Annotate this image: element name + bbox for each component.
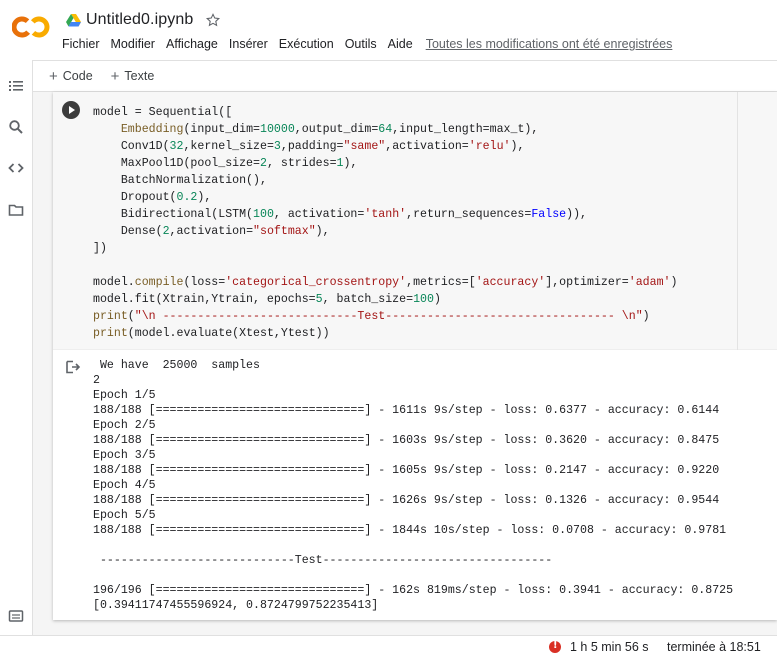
output-line: Epoch 4/5 bbox=[93, 479, 156, 492]
plus-icon: + bbox=[110, 67, 120, 85]
output-clear-icon[interactable] bbox=[65, 360, 81, 374]
menu-insert[interactable]: Insérer bbox=[229, 37, 268, 51]
output-line: We have 25000 samples bbox=[93, 359, 260, 372]
add-text-button[interactable]: + Texte bbox=[111, 68, 155, 85]
menu-runtime[interactable]: Exécution bbox=[279, 37, 334, 51]
output-line: Epoch 5/5 bbox=[93, 509, 156, 522]
status-bar: 1 h 5 min 56 s terminée à 18:51 bbox=[0, 635, 777, 659]
header: Untitled0.ipynb Fichier Modifier Afficha… bbox=[0, 0, 777, 60]
add-code-label: Code bbox=[62, 69, 93, 83]
add-code-button[interactable]: + Code bbox=[49, 68, 93, 85]
output-line: ----------------------------Test--------… bbox=[93, 554, 553, 567]
output-line: 188/188 [==============================]… bbox=[93, 404, 720, 417]
code-line: model.compile(loss='categorical_crossent… bbox=[93, 276, 678, 289]
code-line: print(model.evaluate(Xtest,Ytest)) bbox=[93, 327, 330, 340]
output-line: 196/196 [==============================]… bbox=[93, 584, 734, 597]
code-line: model.fit(Xtrain,Ytrain, epochs=5, batch… bbox=[93, 293, 441, 306]
folder-icon[interactable] bbox=[8, 202, 24, 218]
output-line: 188/188 [==============================]… bbox=[93, 524, 727, 537]
notebook-title[interactable]: Untitled0.ipynb bbox=[86, 11, 193, 29]
output-line: [0.39411747455596924, 0.8724799752235413… bbox=[93, 599, 379, 612]
finished-time[interactable]: terminée à 18:51 bbox=[667, 640, 761, 654]
code-line: ]) bbox=[93, 242, 107, 255]
code-line: Embedding(input_dim=10000,output_dim=64,… bbox=[120, 123, 539, 136]
saved-status-link[interactable]: Toutes les modifications ont été enregis… bbox=[426, 37, 673, 51]
code-line: Dense(2,activation="softmax"), bbox=[93, 225, 330, 238]
title-row: Untitled0.ipynb bbox=[66, 9, 221, 31]
code-line: Bidirectional(LSTM(100, activation='tanh… bbox=[93, 208, 588, 221]
menu-view[interactable]: Affichage bbox=[166, 37, 218, 51]
toolbar: + Code + Texte bbox=[33, 60, 777, 92]
code-line: Conv1D(32,kernel_size=3,padding="same",a… bbox=[93, 140, 525, 153]
code-snippets-icon[interactable] bbox=[8, 160, 24, 176]
menu-file[interactable]: Fichier bbox=[62, 37, 100, 51]
code-line: model = Sequential([ bbox=[93, 106, 233, 119]
editor-ruler bbox=[737, 92, 738, 350]
output-line: 2 bbox=[93, 374, 100, 387]
google-drive-icon bbox=[66, 13, 81, 26]
star-icon[interactable] bbox=[205, 12, 221, 28]
menu-tools[interactable]: Outils bbox=[345, 37, 377, 51]
left-sidebar bbox=[0, 60, 33, 635]
code-line: print("\n ----------------------------Te… bbox=[93, 310, 650, 323]
output-line: Epoch 2/5 bbox=[93, 419, 156, 432]
cell-output: We have 25000 samples 2 Epoch 1/5 188/18… bbox=[93, 358, 733, 613]
menu-edit[interactable]: Modifier bbox=[111, 37, 155, 51]
terminal-icon[interactable] bbox=[8, 608, 24, 624]
code-line: Dropout(0.2), bbox=[93, 191, 212, 204]
plus-icon: + bbox=[49, 67, 58, 85]
code-text[interactable]: model = Sequential([ Embedding(input_dim… bbox=[93, 104, 677, 342]
error-icon[interactable] bbox=[549, 640, 561, 653]
add-text-label: Texte bbox=[124, 69, 155, 83]
menu-help[interactable]: Aide bbox=[388, 37, 413, 51]
code-editor[interactable]: model = Sequential([ Embedding(input_dim… bbox=[53, 92, 777, 350]
output-line: Epoch 1/5 bbox=[93, 389, 156, 402]
notebook-area: model = Sequential([ Embedding(input_dim… bbox=[33, 92, 777, 635]
colab-logo[interactable] bbox=[12, 13, 50, 41]
execution-time[interactable]: 1 h 5 min 56 s bbox=[570, 640, 649, 654]
output-line: Epoch 3/5 bbox=[93, 449, 156, 462]
code-line: MaxPool1D(pool_size=2, strides=1), bbox=[93, 157, 358, 170]
search-icon[interactable] bbox=[8, 119, 24, 135]
menu-bar: Fichier Modifier Affichage Insérer Exécu… bbox=[62, 37, 683, 51]
code-line: BatchNormalization(), bbox=[93, 174, 267, 187]
output-line: 188/188 [==============================]… bbox=[93, 494, 720, 507]
run-cell-button[interactable] bbox=[62, 101, 80, 119]
code-cell[interactable]: model = Sequential([ Embedding(input_dim… bbox=[53, 92, 777, 620]
output-line: 188/188 [==============================]… bbox=[93, 464, 720, 477]
list-icon[interactable] bbox=[8, 78, 24, 94]
output-line: 188/188 [==============================]… bbox=[93, 434, 720, 447]
